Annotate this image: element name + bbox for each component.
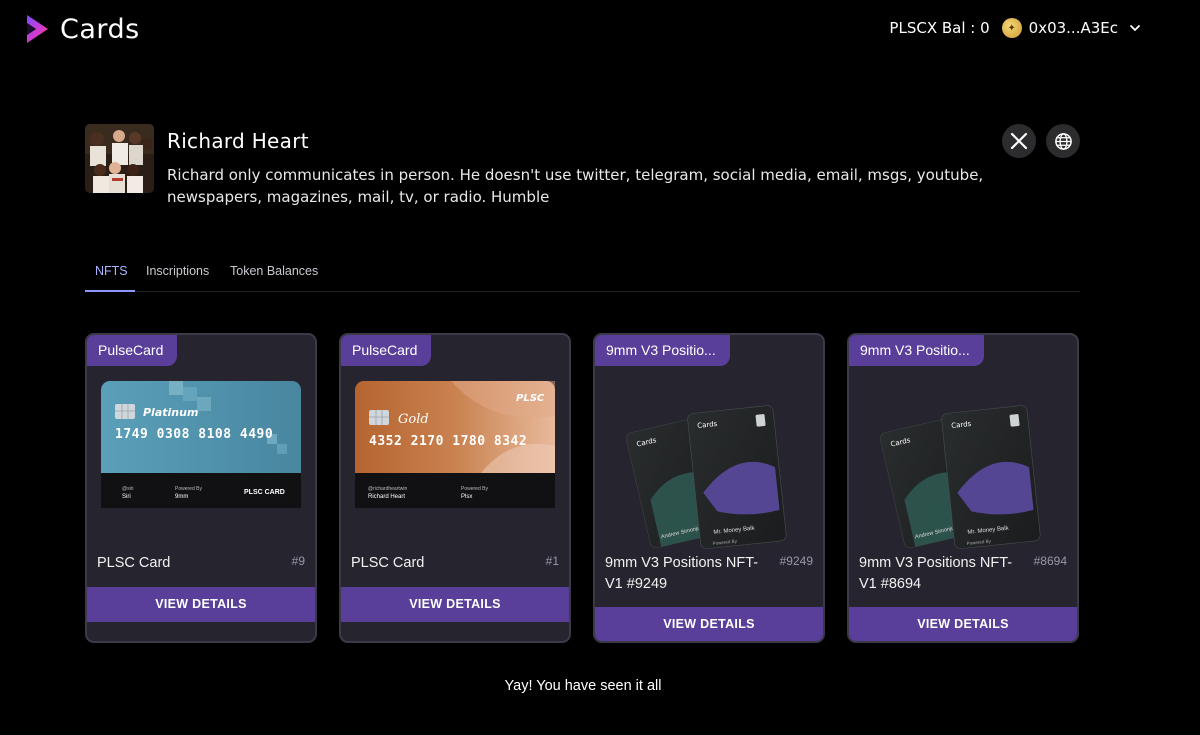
chip-icon	[369, 410, 389, 425]
profile-name: Richard Heart	[167, 129, 309, 153]
profile-bio: Richard only communicates in person. He …	[167, 166, 984, 206]
powered-label: Powered By	[175, 486, 202, 492]
coin-icon: ✦	[1001, 18, 1022, 38]
nft-title: PLSC Card	[97, 555, 171, 571]
x-twitter-icon	[1010, 132, 1028, 150]
holder-handle: @richardheartwin	[368, 486, 407, 492]
end-of-list-message: Yay! You have seen it all	[504, 678, 662, 694]
view-details-button[interactable]: VIEW DETAILS	[341, 587, 569, 622]
card-brand: PLSC	[516, 393, 545, 404]
card-brand: PLSC CARD	[244, 489, 285, 496]
nft-card[interactable]: PulseCard Platinum 1749 0308 8108 4490 @…	[85, 333, 317, 643]
globe-icon	[1054, 132, 1072, 150]
card-tier: Platinum	[143, 406, 198, 419]
tab-nfts[interactable]: NFTS	[95, 264, 128, 278]
view-details-button[interactable]: VIEW DETAILS	[87, 587, 315, 622]
nft-title: 9mm V3 Positions NFT-V1 #8694	[859, 555, 1013, 592]
collection-badge: 9mm V3 Positio...	[849, 335, 984, 366]
powered-label: Powered By	[461, 486, 488, 492]
nft-card[interactable]: PulseCard PLSC Gold 4352 2170 1780 8342 …	[339, 333, 571, 643]
tab-inscriptions[interactable]: Inscriptions	[146, 264, 209, 278]
card-number: 4352 2170 1780 8342	[369, 434, 527, 449]
collection-badge: PulseCard	[341, 335, 432, 366]
collection-badge: 9mm V3 Positio...	[595, 335, 730, 366]
collection-badge: PulseCard	[87, 335, 178, 366]
tab-bar: NFTS Inscriptions Token Balances	[85, 256, 1080, 292]
nft-token-id: #1	[545, 554, 559, 568]
holder-handle: @siri	[122, 486, 133, 492]
nft-title: 9mm V3 Positions NFT-V1 #9249	[605, 555, 759, 592]
nft-token-id: #9249	[779, 554, 813, 568]
cards-logo-icon	[27, 15, 48, 43]
nft-token-id: #9	[291, 554, 305, 568]
nft-token-id: #8694	[1033, 554, 1067, 568]
wallet-address: 0x03...A3Ec	[1028, 19, 1118, 37]
powered-by: Plsx	[461, 494, 472, 500]
view-details-button[interactable]: VIEW DETAILS	[595, 607, 823, 641]
chevron-down-icon[interactable]	[1128, 21, 1142, 35]
avatar	[85, 124, 154, 193]
x-twitter-button[interactable]	[1002, 124, 1036, 158]
nft-image: Cards Andrew Simonjun Cards Mr. Money Ba…	[849, 366, 1077, 552]
nft-image: Cards Andrew Simonjun Cards Mr. Money Ba…	[595, 366, 823, 552]
nft-title: PLSC Card	[351, 555, 425, 571]
app-logo[interactable]: Cards	[24, 13, 140, 45]
website-button[interactable]	[1046, 124, 1080, 158]
card-tier: Gold	[398, 412, 429, 427]
nft-image: PLSC Gold 4352 2170 1780 8342 @richardhe…	[341, 366, 569, 552]
nft-card[interactable]: 9mm V3 Positio... Cards Andrew Simonjun …	[593, 333, 825, 643]
tab-token-balances[interactable]: Token Balances	[230, 264, 318, 278]
nft-card[interactable]: 9mm V3 Positio... Cards Andrew Simonjun …	[847, 333, 1079, 643]
nft-image: Platinum 1749 0308 8108 4490 @siri Siri …	[87, 366, 315, 552]
logo-text: Cards	[60, 13, 140, 45]
wallet-menu[interactable]: PLSCX Bal : 0 ✦ 0x03...A3Ec	[889, 18, 1142, 38]
holder-name: Siri	[122, 494, 131, 500]
powered-by: 9mm	[175, 494, 188, 500]
balance-text: PLSCX Bal : 0	[889, 19, 990, 37]
active-tab-indicator	[85, 290, 135, 292]
top-header: Cards PLSCX Bal : 0 ✦ 0x03...A3Ec	[0, 0, 1200, 60]
chip-icon	[115, 404, 135, 419]
holder-name: Richard Heart	[368, 494, 405, 500]
card-number: 1749 0308 8108 4490	[115, 427, 273, 442]
view-details-button[interactable]: VIEW DETAILS	[849, 607, 1077, 641]
